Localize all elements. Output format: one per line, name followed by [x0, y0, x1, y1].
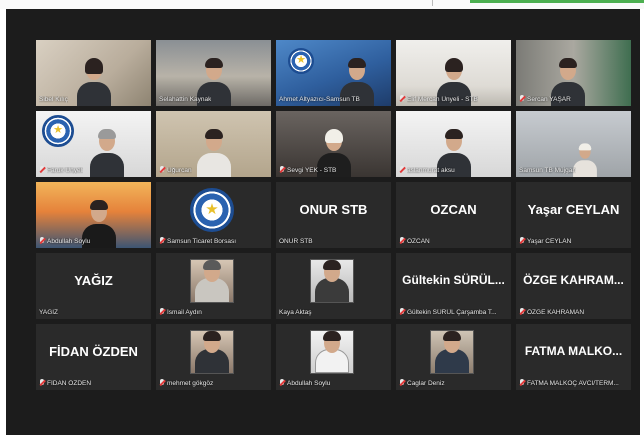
participant-name: Sibel Kılıç: [39, 95, 68, 103]
participant-tile[interactable]: Sercan YAŞAR: [516, 40, 631, 106]
mic-muted-icon: [399, 379, 405, 387]
participant-name: Kaya Aktaş: [279, 308, 312, 316]
mic-muted-icon: [39, 237, 45, 245]
participant-tile[interactable]: Kaya Aktaş: [276, 253, 391, 319]
participant-name: İsmail Aydın: [159, 307, 268, 317]
participant-name: Ahmet Altyazıcı-Samsun TB: [279, 95, 360, 103]
participant-tile[interactable]: YAĞIZ YAĞIZ: [36, 253, 151, 319]
mic-muted-icon: [39, 166, 45, 174]
mic-muted-icon: [279, 379, 285, 387]
participant-name: ONUR STB: [279, 237, 313, 245]
participant-avatar: [315, 331, 349, 373]
participant-display-name: ONUR STB: [299, 202, 368, 217]
borsa-logo-icon: ★: [288, 48, 314, 74]
participant-tile[interactable]: İsmail Aydın: [156, 253, 271, 319]
participant-display-name: YAĞIZ: [74, 273, 113, 288]
gallery-grid: Sibel Kılıç Selahattin Kaynak ★ Ahmet Al…: [36, 40, 631, 390]
top-accent-bar: [470, 0, 644, 3]
participant-tile[interactable]: ★ Ahmet Altyazıcı-Samsun TB: [276, 40, 391, 106]
participant-tile[interactable]: Caglar Deniz: [396, 324, 511, 390]
participant-tile[interactable]: ★ Samsun Ticaret Borsası: [156, 182, 271, 248]
participant-display-name: OZCAN: [430, 202, 477, 217]
participant-name: Sevgi YEK - STB: [279, 165, 388, 175]
participant-tile[interactable]: Yaşar CEYLAN Yaşar CEYLAN: [516, 182, 631, 248]
profile-picture: [310, 259, 354, 303]
participant-tile[interactable]: Sevgi YEK - STB: [276, 111, 391, 177]
participant-tile[interactable]: FİDAN ÖZDEN FİDAN ÖZDEN: [36, 324, 151, 390]
participant-tile[interactable]: Abdullah Soylu: [276, 324, 391, 390]
participant-name: Elif Mercan Ünyeli - STB: [399, 94, 508, 104]
profile-picture: [310, 330, 354, 374]
participant-name: Gültekin SÜRÜL Çarşamba T...: [399, 307, 508, 317]
mic-muted-icon: [399, 308, 405, 316]
participant-display-name: ÖZGE KAHRAM...: [523, 273, 624, 287]
mic-muted-icon: [399, 95, 405, 103]
participant-name: mehmet gökgöz: [159, 378, 268, 388]
participant-display-name: FİDAN ÖZDEN: [49, 344, 138, 359]
participant-tile[interactable]: Sibel Kılıç: [36, 40, 151, 106]
participant-tile[interactable]: ÖZGE KAHRAM... ÖZGE KAHRAMAN: [516, 253, 631, 319]
participant-avatar: [315, 260, 349, 302]
mic-muted-icon: [159, 166, 165, 174]
borsa-logo-icon: ★: [190, 188, 234, 232]
mic-muted-icon: [519, 95, 525, 103]
profile-picture: [190, 259, 234, 303]
participant-tile[interactable]: ★ Faruk Ünyeli: [36, 111, 151, 177]
participant-tile[interactable]: Abdullah Soylu: [36, 182, 151, 248]
mic-muted-icon: [519, 308, 525, 316]
participant-name: Faruk Ünyeli: [39, 165, 148, 175]
participant-name: Abdullah Soylu: [39, 236, 148, 246]
participant-display-name: Yaşar CEYLAN: [527, 202, 620, 217]
participant-name: Abdullah Soylu: [279, 378, 388, 388]
participant-name: Yaşar CEYLAN: [519, 236, 628, 246]
participant-name: Samsun Ticaret Borsası: [159, 236, 268, 246]
participant-name: OZCAN: [399, 236, 508, 246]
participant-tile[interactable]: Elif Mercan Ünyeli - STB: [396, 40, 511, 106]
participant-tile[interactable]: aslanmurat aksu: [396, 111, 511, 177]
participant-tile[interactable]: OZCAN OZCAN: [396, 182, 511, 248]
mic-muted-icon: [279, 166, 285, 174]
mic-muted-icon: [159, 237, 165, 245]
participant-avatar: [195, 260, 229, 302]
profile-picture: [430, 330, 474, 374]
participant-tile[interactable]: ONUR STB ONUR STB: [276, 182, 391, 248]
participant-tile[interactable]: mehmet gökgöz: [156, 324, 271, 390]
top-divider: [432, 0, 433, 6]
mic-muted-icon: [159, 379, 165, 387]
participant-name: YAĞIZ: [39, 308, 59, 316]
mic-muted-icon: [39, 379, 45, 387]
participant-tile[interactable]: Selahattin Kaynak: [156, 40, 271, 106]
participant-name: Samsun TB Müjgan: [519, 166, 576, 174]
participant-name: FİDAN ÖZDEN: [39, 378, 148, 388]
participant-name: ÖZGE KAHRAMAN: [519, 307, 628, 317]
profile-picture: [190, 330, 234, 374]
participant-name: aslanmurat aksu: [399, 165, 508, 175]
mic-muted-icon: [399, 166, 405, 174]
participant-display-name: Gültekin SÜRÜL...: [402, 273, 505, 287]
participant-avatar: [435, 331, 469, 373]
mic-muted-icon: [399, 237, 405, 245]
participant-name: Sercan YAŞAR: [519, 94, 628, 104]
borsa-logo-icon: ★: [42, 115, 74, 147]
participant-name: Caglar Deniz: [399, 378, 508, 388]
participant-tile[interactable]: FATMA MALKO... FATMA MALKOÇ AVCI/TERM...: [516, 324, 631, 390]
participant-display-name: FATMA MALKO...: [524, 344, 623, 358]
participant-tile[interactable]: Uğurcan: [156, 111, 271, 177]
participant-name: FATMA MALKOÇ AVCI/TERM...: [519, 378, 628, 388]
participant-name: Selahattin Kaynak: [159, 95, 212, 103]
mic-muted-icon: [519, 237, 525, 245]
participant-tile[interactable]: Gültekin SÜRÜL... Gültekin SÜRÜL Çarşamb…: [396, 253, 511, 319]
mic-muted-icon: [519, 379, 525, 387]
mic-muted-icon: [159, 308, 165, 316]
participant-name: Uğurcan: [159, 165, 268, 175]
top-strip: [0, 0, 644, 9]
participant-tile[interactable]: Samsun TB Müjgan: [516, 111, 631, 177]
participant-avatar: [195, 331, 229, 373]
